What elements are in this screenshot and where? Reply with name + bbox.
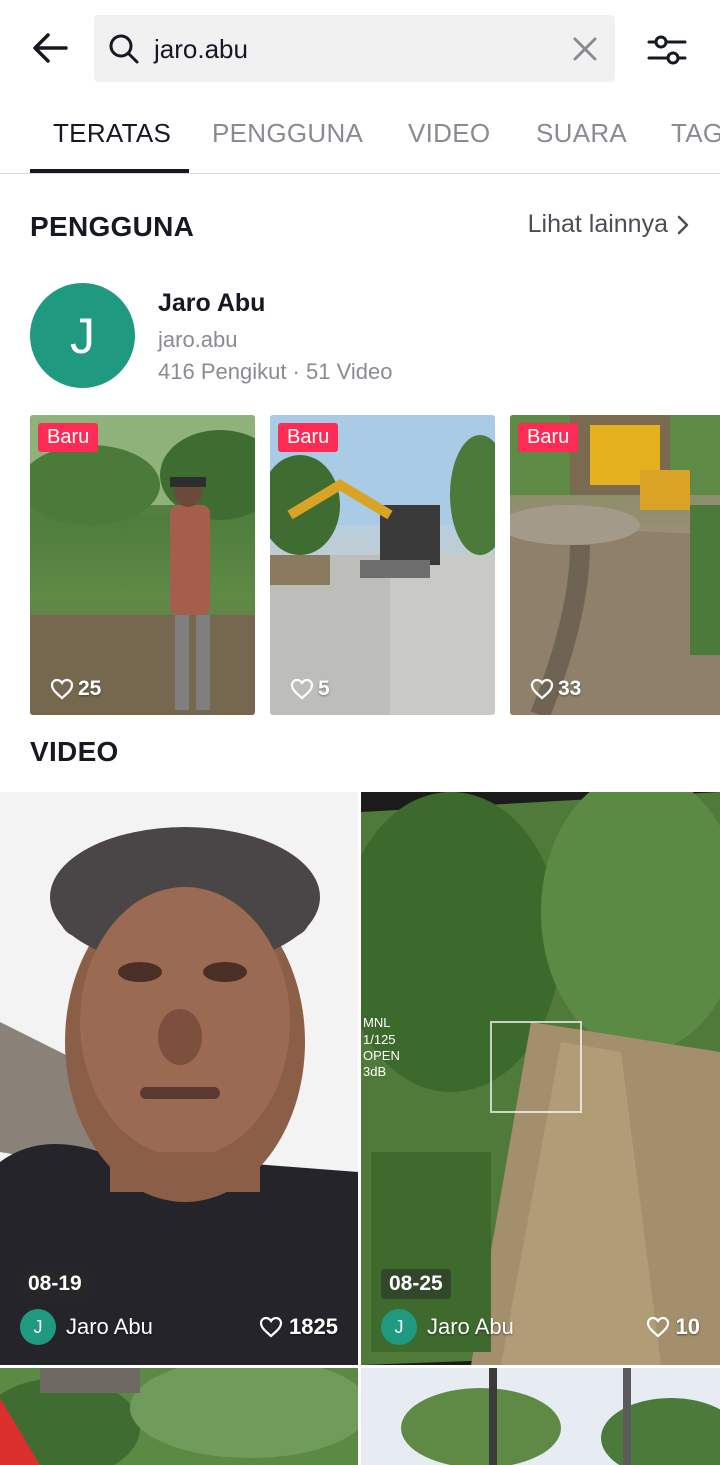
user-handle: jaro.abu (158, 327, 238, 352)
author-name[interactable]: Jaro Abu (66, 1314, 259, 1340)
video-footer: J Jaro Abu 10 (381, 1309, 700, 1345)
video-date: 08-25 (381, 1269, 451, 1299)
avatar-initial: J (70, 307, 95, 364)
thumbnail-likes: 5 (290, 677, 330, 701)
likes-count: 25 (78, 677, 102, 700)
user-video-thumbnail[interactable]: Baru 33 (510, 415, 720, 715)
video-footer: J Jaro Abu 1825 (20, 1309, 338, 1345)
heart-icon (290, 678, 314, 700)
videos-section-title: VIDEO (30, 736, 119, 767)
chevron-right-icon (677, 215, 689, 234)
heart-icon (259, 1316, 283, 1338)
heart-icon (530, 678, 554, 700)
tab-video[interactable]: VIDEO (408, 118, 490, 149)
user-display-name[interactable]: Jaro Abu (158, 289, 265, 318)
svg-text:MNL: MNL (363, 1015, 390, 1030)
likes-count: 33 (558, 677, 582, 700)
thumbnail-likes: 25 (50, 677, 101, 701)
video-likes: 10 (646, 1314, 700, 1340)
video-card[interactable] (361, 1368, 720, 1465)
back-button[interactable] (28, 26, 72, 70)
svg-text:1/125: 1/125 (363, 1032, 396, 1047)
search-tabs: TERATAS PENGGUNA VIDEO SUARA TAG (0, 100, 720, 174)
filter-icon[interactable] (645, 28, 689, 72)
user-video-thumbnail[interactable]: Baru 25 (30, 415, 255, 715)
new-badge: Baru (278, 423, 339, 452)
thumbnail-scene-image (510, 415, 720, 715)
user-video-thumbnail[interactable]: Baru 5 (270, 415, 495, 715)
see-more-label: Lihat lainnya (527, 210, 668, 238)
tab-pengguna[interactable]: PENGGUNA (212, 118, 363, 149)
video-thumbnail-image (361, 1368, 720, 1465)
heart-icon (646, 1316, 669, 1338)
likes-count: 5 (318, 677, 330, 700)
search-icon (109, 34, 139, 64)
thumbnail-scene-image (270, 415, 495, 715)
likes-count: 1825 (289, 1314, 338, 1339)
video-date: 08-19 (20, 1269, 90, 1299)
search-input[interactable]: jaro.abu (94, 15, 615, 82)
author-name[interactable]: Jaro Abu (427, 1314, 646, 1340)
svg-text:OPEN: OPEN (363, 1048, 400, 1063)
search-query-text: jaro.abu (154, 34, 248, 64)
thumbnail-likes: 33 (530, 677, 581, 701)
svg-text:3dB: 3dB (363, 1064, 386, 1079)
new-badge: Baru (518, 423, 579, 452)
author-avatar[interactable]: J (381, 1309, 417, 1345)
video-card[interactable]: 08-19 J Jaro Abu 1825 (0, 792, 358, 1365)
user-avatar[interactable]: J (30, 283, 135, 388)
user-stats: 416 Pengikut · 51 Video (158, 359, 393, 384)
tab-tag[interactable]: TAG (671, 118, 720, 149)
video-thumbnail-image (0, 1368, 358, 1465)
see-more-link[interactable]: Lihat lainnya (528, 210, 690, 239)
author-avatar[interactable]: J (20, 1309, 56, 1345)
heart-icon (50, 678, 74, 700)
tab-suara[interactable]: SUARA (536, 118, 627, 149)
tab-teratas[interactable]: TERATAS (53, 118, 171, 149)
search-header: jaro.abu (0, 0, 720, 100)
video-card[interactable]: MNL 1/125 OPEN 3dB 08-25 J Jaro Abu 10 (361, 792, 720, 1365)
video-card[interactable] (0, 1368, 358, 1465)
active-tab-indicator (30, 169, 189, 173)
new-badge: Baru (38, 423, 99, 452)
likes-count: 10 (675, 1314, 700, 1339)
clear-icon[interactable] (569, 33, 601, 65)
back-arrow-icon (33, 33, 68, 63)
video-likes: 1825 (259, 1314, 338, 1340)
thumbnail-scene-image (30, 415, 255, 715)
users-section-title: PENGGUNA (30, 211, 195, 242)
